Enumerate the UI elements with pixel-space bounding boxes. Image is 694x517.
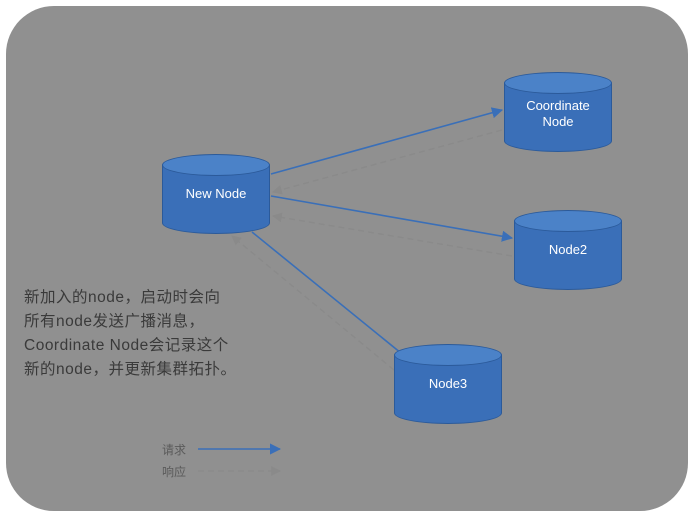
node-coordinate-label-line1: Coordinate xyxy=(526,98,590,113)
legend: 请求 响应 xyxy=(158,438,358,482)
node-new: New Node xyxy=(162,154,270,234)
node-coordinate: Coordinate Node xyxy=(504,72,612,152)
node-node2: Node2 xyxy=(514,210,622,290)
cylinder-top xyxy=(514,210,622,232)
cylinder-top xyxy=(504,72,612,94)
legend-request-line-icon xyxy=(196,443,286,455)
node-new-label: New Node xyxy=(162,186,270,202)
legend-row-request: 请求 xyxy=(158,438,358,460)
legend-response-line-icon xyxy=(196,465,286,477)
node-node3: Node3 xyxy=(394,344,502,424)
node-coordinate-label: Coordinate Node xyxy=(504,98,612,131)
diagram-description: 新加入的node，启动时会向 所有node发送广播消息， Coordinate … xyxy=(24,286,284,382)
legend-row-response: 响应 xyxy=(158,460,358,482)
desc-line-2: 所有node发送广播消息， xyxy=(24,313,204,330)
diagram-viewport: New Node Coordinate Node Node2 Node3 新加入… xyxy=(0,0,694,517)
desc-line-3: Coordinate Node会记录这个 xyxy=(24,337,229,354)
node-coordinate-label-line2: Node xyxy=(542,114,573,129)
legend-request-label: 请求 xyxy=(158,441,186,458)
cylinder-top xyxy=(394,344,502,366)
node-node2-label: Node2 xyxy=(514,242,622,258)
desc-line-1: 新加入的node，启动时会向 xyxy=(24,289,220,306)
legend-response-label: 响应 xyxy=(158,463,186,480)
desc-line-4: 新的node，并更新集群拓扑。 xyxy=(24,361,236,378)
cylinder-top xyxy=(162,154,270,176)
node-node3-label: Node3 xyxy=(394,376,502,392)
